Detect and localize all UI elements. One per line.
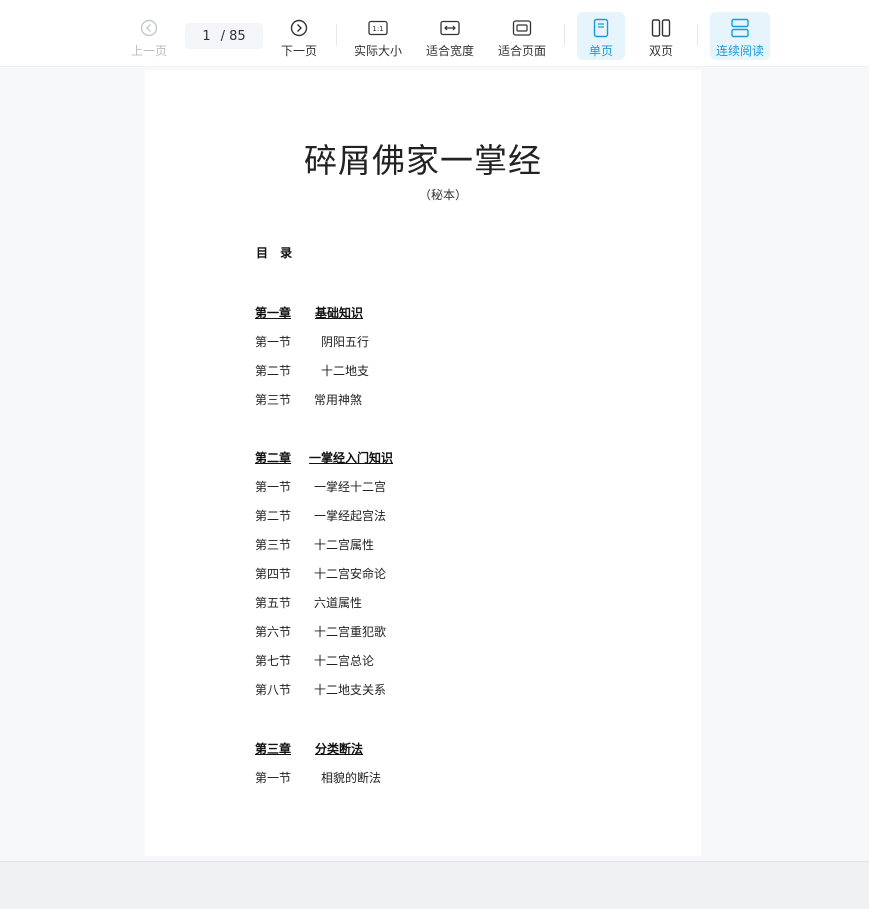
toolbar-divider [697,24,698,46]
section-title: 十二宫安命论 [314,567,387,581]
viewer-toolbar: 上一页 1 / 85 下一页 1:1 实际大小 适合宽度 适合页面 单页 双页 … [0,0,869,67]
chevron-right-circle-icon [290,17,308,39]
document-page: 碎屑佛家一掌经 （秘本） 目 录 第一章 基础知识 第一节 阴阳五行 第二节 十二地支… [145,70,701,856]
toc-chapter: 第二章 一掌经入门知识 [255,449,393,466]
section-number: 第一节 [255,771,292,785]
total-pages: / 85 [220,28,246,44]
toolbar-divider [564,24,565,46]
section-number: 第八节 [255,683,292,697]
single-page-label: 单页 [588,44,613,58]
toc-heading: 目 录 [256,246,297,260]
next-page-button[interactable]: 下一页 [277,12,321,60]
section-title: 常用神煞 [314,393,363,407]
document-subtitle: （秘本） [418,188,467,202]
section-number: 第四节 [255,567,292,581]
double-page-icon [651,17,671,39]
section-number: 第六节 [255,625,292,639]
actual-size-button[interactable]: 1:1 实际大小 [350,12,406,60]
section-title: 阴阳五行 [321,335,370,349]
toc-section: 第二节 十二地支 [255,362,369,379]
toc-section: 第七节 十二宫总论 [255,652,374,669]
bottom-scroll-area [0,861,869,909]
section-title: 十二宫总论 [314,654,375,668]
chapter-number: 第二章 [255,451,292,465]
single-page-button[interactable]: 单页 [577,12,625,60]
double-page-button[interactable]: 双页 [637,12,685,60]
prev-page-label: 上一页 [130,44,167,58]
section-title: 六道属性 [314,596,363,610]
toc-section: 第一节 阴阳五行 [255,333,369,350]
current-page-input[interactable]: 1 [202,29,210,44]
section-title: 十二宫重犯歌 [314,625,387,639]
next-page-label: 下一页 [280,44,317,58]
section-number: 第七节 [255,654,292,668]
fit-page-icon [512,17,532,39]
section-number: 第一节 [255,335,292,349]
toc-section: 第四节 十二宫安命论 [255,565,386,582]
toc-section: 第八节 十二地支关系 [255,681,386,698]
fit-width-icon [440,17,460,39]
section-title: 十二地支关系 [314,683,387,697]
chapter-title: 基础知识 [315,306,364,320]
document-title: 碎屑佛家一掌经 [304,141,542,180]
double-page-label: 双页 [648,44,673,58]
page-number-box[interactable]: 1 / 85 [185,23,263,49]
chapter-title: 分类断法 [315,742,364,756]
toolbar-divider [336,24,337,46]
section-number: 第五节 [255,596,292,610]
toc-section: 第五节 六道属性 [255,594,362,611]
fit-page-button[interactable]: 适合页面 [494,12,550,60]
toc-section: 第三节 常用神煞 [255,391,362,408]
toc-section: 第一节 相貌的断法 [255,769,381,786]
actual-size-label: 实际大小 [353,44,402,58]
section-title: 一掌经十二宫 [314,480,387,494]
section-number: 第三节 [255,393,292,407]
toc-chapter: 第一章 基础知识 [255,304,363,321]
toc-section: 第六节 十二宫重犯歌 [255,623,386,640]
continuous-reading-label: 连续阅读 [715,44,764,58]
chapter-title: 一掌经入门知识 [309,451,394,465]
fit-page-label: 适合页面 [497,44,546,58]
actual-size-icon: 1:1 [368,17,388,39]
fit-width-label: 适合宽度 [425,44,474,58]
section-number: 第三节 [255,538,292,552]
section-number: 第二节 [255,364,292,378]
section-title: 相貌的断法 [321,771,382,785]
toc-chapter: 第三章 分类断法 [255,740,363,757]
chapter-number: 第三章 [255,742,292,756]
section-number: 第二节 [255,509,292,523]
prev-page-button[interactable]: 上一页 [128,12,170,60]
section-title: 十二宫属性 [314,538,375,552]
section-title: 十二地支 [321,364,370,378]
svg-text:1:1: 1:1 [372,25,383,33]
section-title: 一掌经起宫法 [314,509,387,523]
toc-section: 第三节 十二宫属性 [255,536,374,553]
chevron-left-circle-icon [140,17,158,39]
toc-section: 第一节 一掌经十二宫 [255,478,386,495]
single-page-icon [593,17,609,39]
section-number: 第一节 [255,480,292,494]
toc-section: 第二节 一掌经起宫法 [255,507,386,524]
continuous-reading-icon [730,17,750,39]
fit-width-button[interactable]: 适合宽度 [422,12,478,60]
chapter-number: 第一章 [255,306,292,320]
continuous-reading-button[interactable]: 连续阅读 [710,12,770,60]
